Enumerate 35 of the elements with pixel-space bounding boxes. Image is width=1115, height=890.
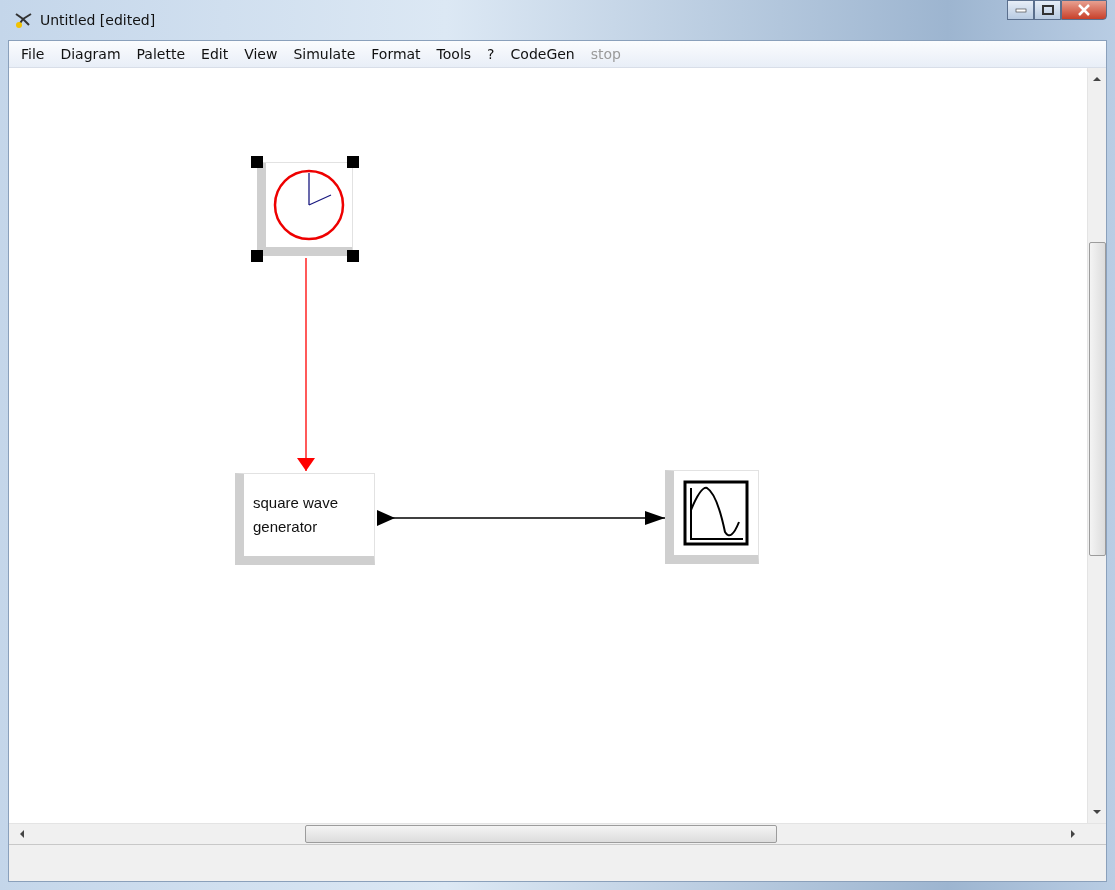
- down-arrow-icon[interactable]: [1093, 809, 1101, 815]
- menu-item[interactable]: File: [13, 46, 53, 62]
- minimize-icon: [1014, 7, 1027, 13]
- selection-handle[interactable]: [251, 156, 263, 168]
- menu-item[interactable]: View: [236, 46, 286, 62]
- scope-block[interactable]: [665, 470, 759, 564]
- scroll-thumb[interactable]: [1088, 242, 1106, 556]
- selection-handle[interactable]: [347, 156, 359, 168]
- up-arrow-icon[interactable]: [1093, 76, 1101, 82]
- selection-handle[interactable]: [347, 250, 359, 262]
- maximize-button[interactable]: [1034, 0, 1061, 20]
- left-arrow-icon[interactable]: [19, 830, 25, 838]
- block-label: square wave generator: [252, 493, 340, 537]
- menu-item[interactable]: Format: [363, 46, 429, 62]
- clock-icon: [271, 167, 347, 243]
- menu-item[interactable]: Edit: [193, 46, 237, 62]
- generator-block[interactable]: square wave generator: [235, 473, 375, 565]
- menu-item[interactable]: CodeGen: [502, 46, 583, 62]
- close-icon: [1077, 4, 1091, 16]
- menu-item[interactable]: Tools: [428, 46, 480, 62]
- clock-block[interactable]: [257, 162, 353, 256]
- window-title: Untitled [edited]: [40, 12, 156, 28]
- menu-item[interactable]: Palette: [128, 46, 194, 62]
- app-icon: [14, 10, 34, 30]
- right-arrow-icon[interactable]: [1070, 830, 1076, 838]
- menu-item[interactable]: Diagram: [52, 46, 129, 62]
- menu-item[interactable]: Simulate: [285, 46, 364, 62]
- close-button[interactable]: [1061, 0, 1107, 20]
- output-port: [377, 510, 395, 526]
- scope-icon: [683, 480, 749, 546]
- maximize-icon: [1041, 5, 1054, 15]
- minimize-button[interactable]: [1007, 0, 1034, 20]
- selection-handle[interactable]: [251, 250, 263, 262]
- menu-item[interactable]: ?: [479, 46, 503, 62]
- scroll-thumb[interactable]: [305, 825, 777, 843]
